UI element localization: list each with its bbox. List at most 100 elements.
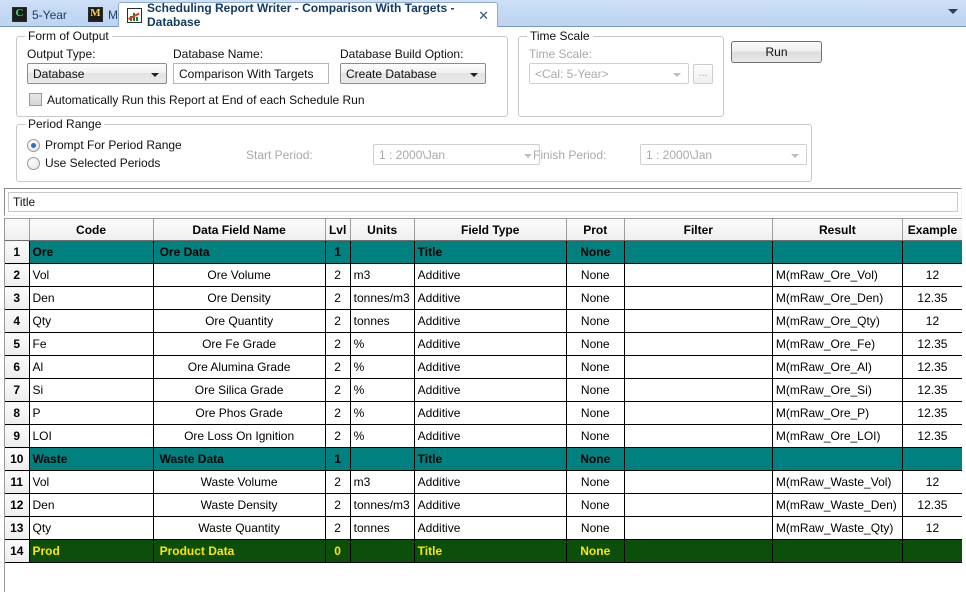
row-number[interactable]: 4 <box>5 309 30 333</box>
cell-prot[interactable]: None <box>566 447 625 471</box>
cell-units[interactable] <box>350 447 415 471</box>
cell-prot[interactable]: None <box>566 470 625 494</box>
cell-lvl[interactable]: 2 <box>325 401 351 425</box>
cell-prot[interactable]: None <box>566 263 625 287</box>
col-prot[interactable]: Prot <box>566 219 625 241</box>
table-row[interactable]: 13 Qty Waste Quantity 2 tonnes Additive None M(… <box>5 516 962 540</box>
cell-example[interactable]: 12.35 <box>902 424 962 448</box>
table-row[interactable]: 9 LOI Ore Loss On Ignition 2% Additive None M(… <box>5 424 962 448</box>
cell-filter[interactable] <box>624 401 773 425</box>
cell-example[interactable] <box>902 447 962 471</box>
col-data-field-name[interactable]: Data Field Name <box>153 219 326 241</box>
cell-data-field-name[interactable]: Ore Data <box>153 240 326 264</box>
cell-units[interactable] <box>350 539 415 563</box>
cell-lvl[interactable]: 2 <box>325 355 351 379</box>
cell-result[interactable]: M(mRaw_Ore_Al) <box>772 355 903 379</box>
row-number[interactable]: 5 <box>5 332 30 356</box>
cell-result[interactable]: M(mRaw_Ore_P) <box>772 401 903 425</box>
radio-prompt-for-period-range[interactable] <box>27 139 40 152</box>
col-code[interactable]: Code <box>29 219 154 241</box>
row-number[interactable]: 14 <box>5 539 30 563</box>
tab-scheduling-report-writer[interactable]: Scheduling Report Writer - Comparison Wi… <box>118 1 498 29</box>
cell-code[interactable]: Al <box>29 355 154 379</box>
cell-prot[interactable]: None <box>566 539 625 563</box>
cell-units[interactable] <box>350 240 415 264</box>
table-row[interactable]: 1 Ore Ore Data 1 Title None <box>5 240 962 264</box>
cell-data-field-name[interactable]: Waste Density <box>153 493 326 517</box>
cell-prot[interactable]: None <box>566 309 625 333</box>
cell-lvl[interactable]: 0 <box>325 539 351 563</box>
col-result[interactable]: Result <box>772 219 903 241</box>
cell-field-type[interactable]: Title <box>414 539 567 563</box>
cell-result[interactable]: M(mRaw_Ore_Den) <box>772 286 903 310</box>
report-fields-grid[interactable]: Code Data Field Name Lvl Units Field Typ… <box>4 218 962 592</box>
cell-result[interactable]: M(mRaw_Waste_Qty) <box>772 516 903 540</box>
cell-filter[interactable] <box>624 240 773 264</box>
cell-prot[interactable]: None <box>566 355 625 379</box>
table-row[interactable]: 12 Den Waste Density 2 tonnes/m3 Additive None… <box>5 493 962 517</box>
cell-data-field-name[interactable]: Ore Loss On Ignition <box>153 424 326 448</box>
cell-lvl[interactable]: 2 <box>325 378 351 402</box>
cell-code[interactable]: Prod <box>29 539 154 563</box>
cell-units[interactable]: % <box>350 401 415 425</box>
cell-data-field-name[interactable]: Ore Alumina Grade <box>153 355 326 379</box>
cell-result[interactable]: M(mRaw_Ore_Vol) <box>772 263 903 287</box>
cell-data-field-name[interactable]: Waste Quantity <box>153 516 326 540</box>
row-number[interactable]: 1 <box>5 240 30 264</box>
cell-filter[interactable] <box>624 470 773 494</box>
cell-units[interactable]: tonnes/m3 <box>350 286 415 310</box>
cell-lvl[interactable]: 2 <box>325 493 351 517</box>
row-number[interactable]: 6 <box>5 355 30 379</box>
table-row[interactable]: 7 Si Ore Silica Grade 2% Additive None M(mRaw_… <box>5 378 962 402</box>
cell-units[interactable]: m3 <box>350 470 415 494</box>
row-number[interactable]: 3 <box>5 286 30 310</box>
cell-lvl[interactable]: 2 <box>325 332 351 356</box>
cell-result[interactable]: M(mRaw_Ore_Si) <box>772 378 903 402</box>
cell-prot[interactable]: None <box>566 424 625 448</box>
table-row[interactable]: 4 Qty Ore Quantity 2 tonnes Additive None M(mRa… <box>5 309 962 333</box>
cell-field-type[interactable]: Additive <box>414 470 567 494</box>
cell-filter[interactable] <box>624 286 773 310</box>
row-number[interactable]: 2 <box>5 263 30 287</box>
cell-field-type[interactable]: Title <box>414 240 567 264</box>
output-type-select[interactable]: Database <box>27 63 167 84</box>
row-number[interactable]: 11 <box>5 470 30 494</box>
cell-code[interactable]: Den <box>29 286 154 310</box>
cell-filter[interactable] <box>624 447 773 471</box>
cell-result[interactable]: M(mRaw_Waste_Den) <box>772 493 903 517</box>
cell-filter[interactable] <box>624 332 773 356</box>
cell-code[interactable]: Vol <box>29 263 154 287</box>
cell-lvl[interactable]: 2 <box>325 470 351 494</box>
database-build-option-select[interactable]: Create Database <box>340 63 486 84</box>
cell-data-field-name[interactable]: Waste Volume <box>153 470 326 494</box>
cell-prot[interactable]: None <box>566 378 625 402</box>
cell-units[interactable]: tonnes/m3 <box>350 493 415 517</box>
cell-example[interactable]: 12 <box>902 470 962 494</box>
cell-field-type[interactable]: Additive <box>414 332 567 356</box>
cell-data-field-name[interactable]: Waste Data <box>153 447 326 471</box>
cell-field-type[interactable]: Additive <box>414 424 567 448</box>
cell-prot[interactable]: None <box>566 493 625 517</box>
cell-result[interactable]: M(mRaw_Ore_Qty) <box>772 309 903 333</box>
cell-lvl[interactable]: 2 <box>325 424 351 448</box>
table-row[interactable]: 14 Prod Product Data 0 Title None <box>5 539 962 563</box>
cell-example[interactable]: 12.35 <box>902 332 962 356</box>
cell-field-type[interactable]: Title <box>414 447 567 471</box>
cell-units[interactable]: % <box>350 332 415 356</box>
cell-example[interactable] <box>902 240 962 264</box>
cell-example[interactable]: 12.35 <box>902 401 962 425</box>
cell-filter[interactable] <box>624 493 773 517</box>
cell-field-type[interactable]: Additive <box>414 401 567 425</box>
cell-filter[interactable] <box>624 309 773 333</box>
cell-result[interactable]: M(mRaw_Waste_Vol) <box>772 470 903 494</box>
cell-example[interactable] <box>902 539 962 563</box>
table-row[interactable]: 10 Waste Waste Data 1 Title None <box>5 447 962 471</box>
cell-field-type[interactable]: Additive <box>414 286 567 310</box>
cell-prot[interactable]: None <box>566 401 625 425</box>
cell-filter[interactable] <box>624 378 773 402</box>
cell-result[interactable]: M(mRaw_Ore_LOI) <box>772 424 903 448</box>
cell-field-type[interactable]: Additive <box>414 263 567 287</box>
close-icon[interactable]: ✕ <box>478 9 489 22</box>
cell-data-field-name[interactable]: Ore Quantity <box>153 309 326 333</box>
cell-result[interactable] <box>772 240 903 264</box>
